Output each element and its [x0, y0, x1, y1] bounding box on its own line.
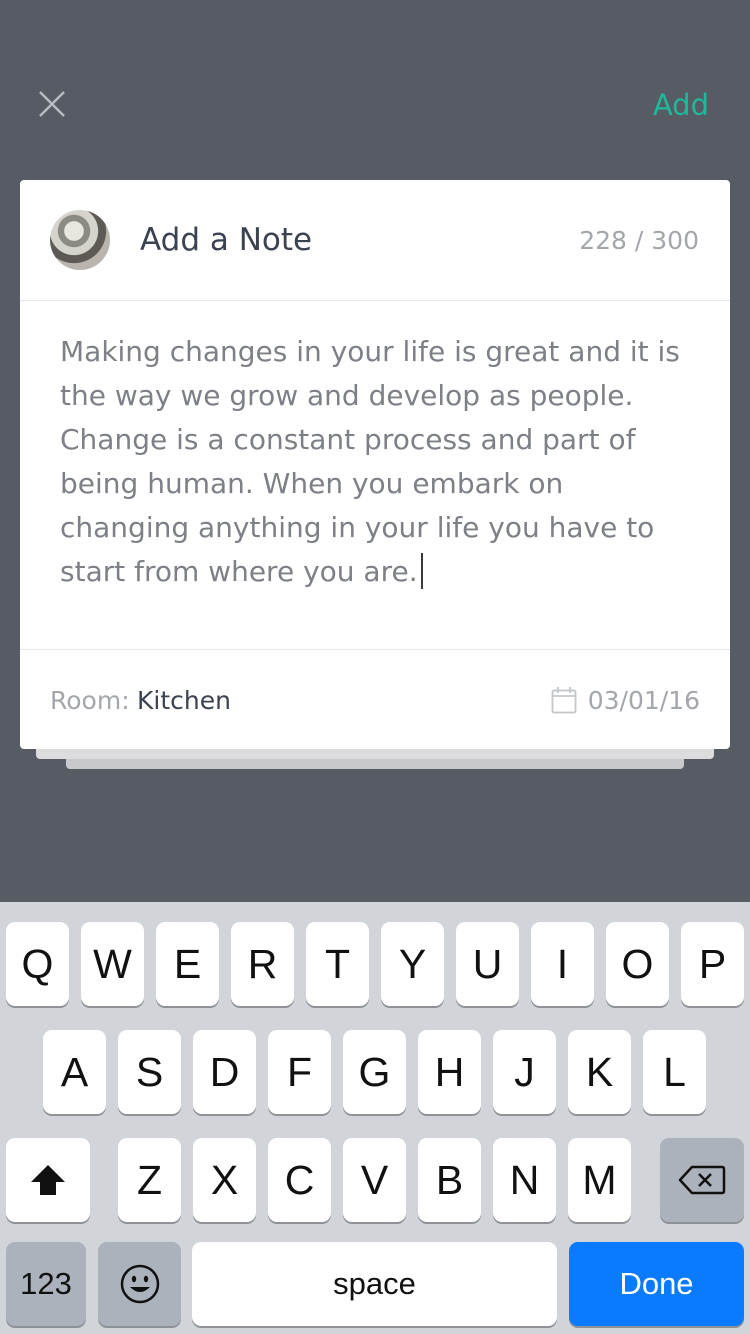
note-text: Making changes in your life is great and…: [60, 335, 680, 588]
keyboard: Q W E R T Y U I O P A S D F G H J K L Z …: [0, 902, 750, 1334]
character-counter: 228 / 300: [579, 226, 699, 255]
key-u[interactable]: U: [456, 922, 519, 1006]
add-button[interactable]: Add: [653, 88, 709, 122]
calendar-icon[interactable]: [551, 686, 577, 714]
avatar: [50, 210, 110, 270]
shift-key[interactable]: [6, 1138, 90, 1222]
key-i[interactable]: I: [531, 922, 594, 1006]
emoji-key[interactable]: [98, 1242, 181, 1326]
key-b[interactable]: B: [418, 1138, 481, 1222]
backspace-key[interactable]: [660, 1138, 744, 1222]
numbers-key[interactable]: 123: [6, 1242, 86, 1326]
top-bar: Add: [0, 0, 750, 180]
key-z[interactable]: Z: [118, 1138, 181, 1222]
key-g[interactable]: G: [343, 1030, 406, 1114]
key-t[interactable]: T: [306, 922, 369, 1006]
key-m[interactable]: M: [568, 1138, 631, 1222]
done-button[interactable]: Done: [569, 1242, 744, 1326]
key-n[interactable]: N: [493, 1138, 556, 1222]
note-card-header: Add a Note 228 / 300: [20, 180, 730, 301]
key-w[interactable]: W: [81, 922, 144, 1006]
date-field[interactable]: 03/01/16: [588, 686, 700, 715]
emoji-icon: [120, 1264, 159, 1304]
key-j[interactable]: J: [493, 1030, 556, 1114]
page-title: Add a Note: [140, 222, 313, 258]
note-text-area[interactable]: Making changes in your life is great and…: [60, 330, 700, 594]
key-p[interactable]: P: [681, 922, 744, 1006]
room-selector[interactable]: Kitchen: [137, 686, 231, 715]
backspace-icon: [678, 1165, 726, 1195]
key-d[interactable]: D: [193, 1030, 256, 1114]
key-l[interactable]: L: [643, 1030, 706, 1114]
key-a[interactable]: A: [43, 1030, 106, 1114]
key-h[interactable]: H: [418, 1030, 481, 1114]
room-label: Room:: [50, 686, 130, 715]
note-card: Add a Note 228 / 300 Making changes in y…: [20, 180, 730, 749]
key-s[interactable]: S: [118, 1030, 181, 1114]
note-card-footer: Room: Kitchen 03/01/16: [20, 649, 730, 750]
key-f[interactable]: F: [268, 1030, 331, 1114]
close-icon[interactable]: [34, 86, 70, 122]
key-x[interactable]: X: [193, 1138, 256, 1222]
key-r[interactable]: R: [231, 922, 294, 1006]
key-c[interactable]: C: [268, 1138, 331, 1222]
key-e[interactable]: E: [156, 922, 219, 1006]
space-key[interactable]: space: [192, 1242, 557, 1326]
key-q[interactable]: Q: [6, 922, 69, 1006]
text-cursor: [420, 553, 423, 589]
key-v[interactable]: V: [343, 1138, 406, 1222]
key-o[interactable]: O: [606, 922, 669, 1006]
key-k[interactable]: K: [568, 1030, 631, 1114]
key-y[interactable]: Y: [381, 922, 444, 1006]
shift-icon: [31, 1165, 65, 1195]
